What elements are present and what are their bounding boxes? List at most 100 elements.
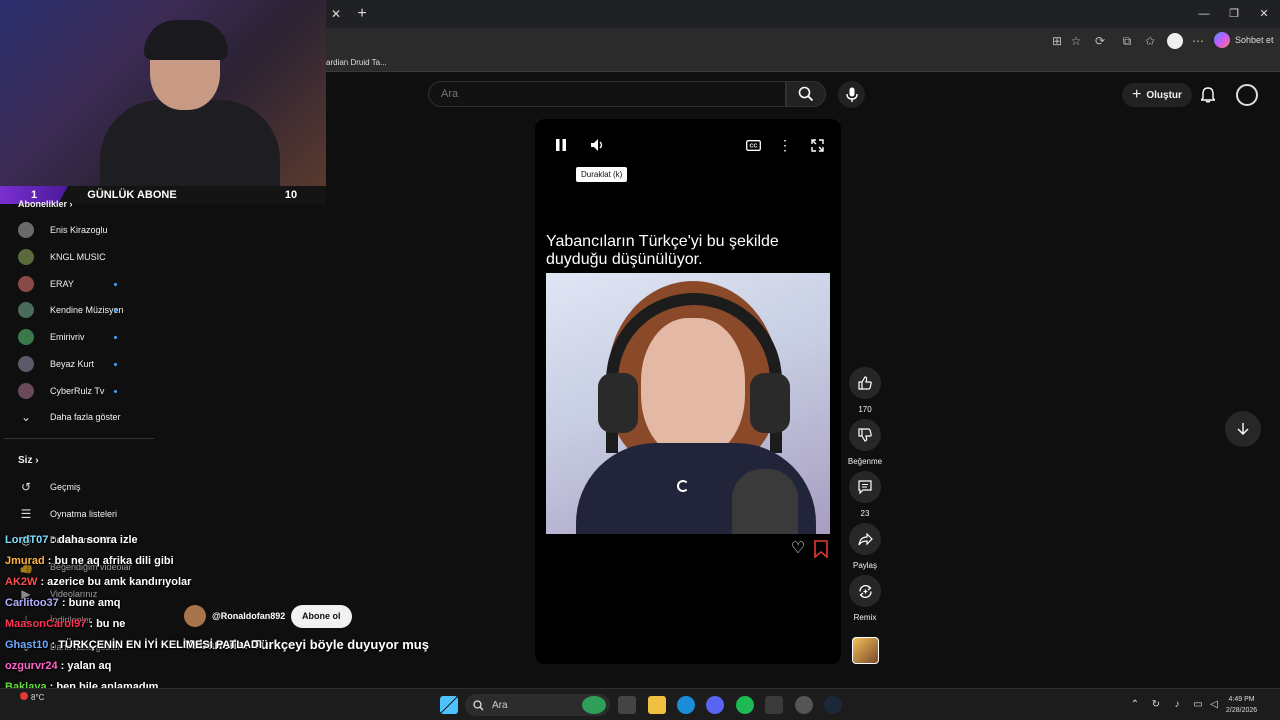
bell-icon bbox=[1201, 87, 1215, 103]
chat-text: : azerice bu amk kandırıyolar bbox=[37, 576, 192, 588]
weather-widget[interactable]: 8°C bbox=[20, 692, 44, 702]
terminal-icon[interactable] bbox=[765, 696, 783, 714]
copilot-button[interactable]: Sohbet et bbox=[1214, 32, 1274, 48]
like-button[interactable] bbox=[849, 367, 881, 399]
bookmark-item[interactable]: ardian Druid Ta... bbox=[326, 58, 387, 67]
tray-app-icon[interactable]: ↻ bbox=[1149, 698, 1163, 712]
chat-username: LordT07 bbox=[5, 534, 49, 546]
favorite-star-icon[interactable]: ☆ bbox=[1068, 33, 1084, 49]
you-section-title[interactable]: Siz › bbox=[18, 455, 39, 466]
extension-icon[interactable]: ⟳ bbox=[1092, 33, 1108, 49]
chat-text: : yalan aq bbox=[57, 660, 112, 672]
audio-source-thumbnail[interactable] bbox=[852, 637, 879, 664]
search-button[interactable] bbox=[786, 81, 826, 107]
channel-handle[interactable]: @Ronaldofan892 bbox=[212, 611, 285, 621]
create-label: Oluştur bbox=[1146, 89, 1182, 101]
tray-microphone-icon[interactable]: ♪ bbox=[1170, 698, 1184, 712]
create-button[interactable]: + Oluştur bbox=[1122, 83, 1192, 107]
split-screen-icon[interactable]: ⧉ bbox=[1119, 33, 1135, 49]
sidebar-channel-label: Kendine Müzisyen bbox=[50, 305, 124, 316]
sidebar-channel-item[interactable]: ERAY bbox=[18, 274, 148, 294]
channel-avatar bbox=[18, 248, 34, 265]
file-explorer-icon[interactable] bbox=[648, 696, 666, 714]
pause-button[interactable] bbox=[550, 134, 572, 156]
sidebar-channel-item[interactable]: CyberRulz Tv bbox=[18, 381, 148, 401]
weather-app-icon[interactable] bbox=[582, 696, 606, 714]
show-more-channels[interactable]: ⌄ Daha fazla göster bbox=[18, 407, 148, 427]
steam-icon[interactable] bbox=[824, 696, 842, 714]
channel-avatar bbox=[18, 329, 34, 346]
sidebar-channel-label: Enis Kirazoglu bbox=[50, 225, 108, 235]
chat-username: Jmurad bbox=[5, 555, 45, 567]
notifications-button[interactable] bbox=[1197, 84, 1219, 106]
profile-avatar[interactable] bbox=[1167, 33, 1183, 49]
chat-message: MaasonCarol97 : bu ne bbox=[5, 618, 125, 630]
channel-avatar bbox=[18, 275, 34, 292]
captions-button[interactable]: CC bbox=[742, 134, 764, 156]
share-action[interactable]: Paylaş bbox=[849, 523, 881, 570]
sidebar-channel-item[interactable]: Beyaz Kurt bbox=[18, 354, 148, 374]
sidebar-divider bbox=[4, 438, 154, 439]
dislike-label: Beğenme bbox=[847, 457, 883, 466]
fullscreen-button[interactable] bbox=[806, 134, 828, 156]
more-options-button[interactable]: ⋮ bbox=[774, 134, 796, 156]
chat-text: : daha sonra izle bbox=[48, 534, 138, 546]
remix-label: Remix bbox=[853, 613, 877, 622]
shorts-player[interactable]: CC ⋮ Duraklat (k) Yabancıların Türkçe'yi… bbox=[535, 119, 841, 664]
next-short-button[interactable] bbox=[1225, 411, 1261, 447]
subscriber-target: 10 bbox=[284, 189, 298, 201]
discord-icon[interactable] bbox=[706, 696, 724, 714]
sidebar-channel-item[interactable]: Kendine Müzisyen bbox=[18, 300, 148, 320]
heart-icon[interactable]: ♡ bbox=[789, 540, 807, 558]
taskbar-clock[interactable]: 4:49 PM 2/28/2026 bbox=[1226, 694, 1257, 716]
streamer-body bbox=[100, 100, 280, 186]
subscriptions-title[interactable]: Abonelikler › bbox=[18, 199, 73, 209]
sidebar-channel-item[interactable]: Enis Kirazoglu bbox=[18, 220, 148, 240]
tray-volume-icon[interactable]: ◁ bbox=[1207, 698, 1221, 712]
tab-close-icon[interactable]: ✕ bbox=[328, 6, 344, 22]
task-view-icon[interactable] bbox=[618, 696, 636, 714]
sidebar-item-playlists[interactable]: ☰ Oynatma listeleri bbox=[18, 504, 148, 524]
share-button[interactable] bbox=[849, 523, 881, 555]
dislike-button[interactable] bbox=[849, 419, 881, 451]
short-channel[interactable]: @Ronaldofan892 bbox=[184, 605, 285, 627]
channel-avatar[interactable] bbox=[184, 605, 206, 627]
search-icon bbox=[473, 699, 484, 710]
spotify-icon[interactable] bbox=[736, 696, 754, 714]
sidebar-channel-item[interactable]: KNGL MUSIC bbox=[18, 247, 148, 267]
subscribe-button[interactable]: Abone ol bbox=[291, 605, 352, 628]
favorites-icon[interactable]: ✩ bbox=[1142, 33, 1158, 49]
maximize-icon[interactable]: ❐ bbox=[1224, 6, 1244, 22]
tray-network-icon[interactable]: ▭ bbox=[1191, 698, 1205, 712]
dislike-action[interactable]: Beğenme bbox=[848, 419, 882, 466]
save-bookmark-icon[interactable] bbox=[813, 540, 829, 558]
comments-button[interactable] bbox=[849, 471, 881, 503]
voice-search-button[interactable] bbox=[838, 81, 865, 108]
chat-username: MaasonCarol97 bbox=[5, 618, 87, 630]
chat-message: AK2W : azerice bu amk kandırıyolar bbox=[5, 576, 191, 588]
loading-spinner-icon bbox=[677, 480, 689, 492]
taskbar-search-label: Ara bbox=[492, 699, 508, 711]
volume-button[interactable] bbox=[586, 134, 608, 156]
close-window-icon[interactable]: ✕ bbox=[1254, 6, 1274, 22]
more-vertical-icon: ⋮ bbox=[778, 137, 792, 153]
new-content-dot bbox=[114, 389, 117, 393]
tray-chevron-up-icon[interactable]: ⌃ bbox=[1128, 698, 1142, 712]
remix-button[interactable] bbox=[849, 575, 881, 607]
video-earcup-right bbox=[750, 373, 790, 433]
comments-action[interactable]: 23 bbox=[849, 471, 881, 518]
start-button[interactable] bbox=[440, 696, 458, 714]
like-action[interactable]: 170 bbox=[849, 367, 881, 414]
remix-action[interactable]: Remix bbox=[849, 575, 881, 622]
edge-browser-icon[interactable] bbox=[677, 696, 695, 714]
minimize-icon[interactable]: — bbox=[1194, 6, 1214, 22]
app-icon[interactable]: ⊞ bbox=[1049, 33, 1065, 49]
account-avatar[interactable] bbox=[1236, 84, 1258, 106]
sidebar-item-history[interactable]: ↺ Geçmiş bbox=[18, 477, 148, 497]
remix-icon bbox=[858, 584, 872, 598]
search-input[interactable] bbox=[429, 82, 785, 106]
more-icon[interactable]: ⋯ bbox=[1190, 33, 1206, 49]
obs-icon[interactable] bbox=[795, 696, 813, 714]
new-tab-icon[interactable]: + bbox=[352, 4, 372, 24]
sidebar-channel-item[interactable]: Emirivriv bbox=[18, 327, 148, 347]
